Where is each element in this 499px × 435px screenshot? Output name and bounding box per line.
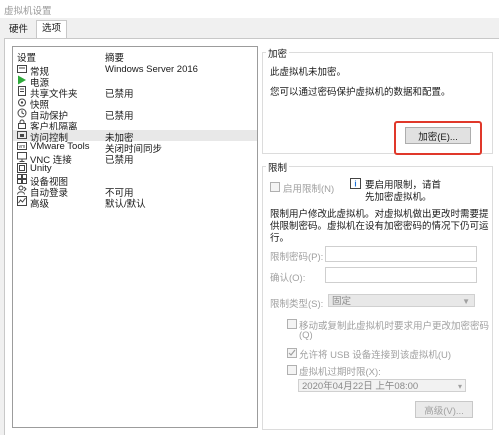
list-item-vnc[interactable]: VNC 连接 已禁用 [13,152,257,166]
expire-datetime-value: 2020年04月22日 上午08:00 [302,381,419,392]
tab-strip: 硬件 选项 [0,20,499,39]
list-item-unity[interactable]: Unity [13,163,257,174]
power-icon [18,75,26,85]
list-item-power[interactable]: 电源 [13,75,257,89]
autologin-icon [17,185,27,195]
unity-icon [17,163,27,173]
vm-settings-window: 虚拟机设置 硬件 选项 设置 摘要 常规 Windows Server 2016… [0,0,499,435]
expire-label: 虚拟机过期时限(X): [299,367,381,378]
svg-text:vm: vm [19,144,26,150]
usb-checkbox[interactable] [287,348,297,358]
advanced-icon [17,196,27,206]
advanced-button[interactable]: 高级(V)... [415,401,473,418]
settings-list[interactable]: 设置 摘要 常规 Windows Server 2016 电源 共享文件夹 已禁… [12,46,258,428]
checkmark-icon [288,349,296,356]
svg-text:i: i [354,180,356,189]
tab-options[interactable]: 选项 [36,20,68,39]
list-item-general[interactable]: 常规 Windows Server 2016 [13,64,257,78]
vnc-icon [17,152,27,162]
list-item-autologin[interactable]: 自动登录 不可用 [13,185,257,199]
spinner-icon: ▾ [457,382,462,391]
list-item-snapshot[interactable]: 快照 [13,97,257,111]
enable-restrictions-label: 启用限制(N) [283,184,335,195]
access-control-icon [17,131,27,139]
chevron-down-icon: ▼ [462,297,470,306]
tab-hardware[interactable]: 硬件 [4,22,33,38]
info-icon: i [350,178,361,189]
list-item-advanced[interactable]: 高级 默认/默认 [13,196,257,210]
encryption-group-label: 加密 [266,46,290,60]
header-setting: 设置 [17,53,37,64]
encryption-description: 您可以通过密码保护虚拟机的数据和配置。 [270,87,451,98]
move-copy-label-line1: 移动或复制此虚拟机时要求用户更改加密密码 [299,321,490,332]
restriction-type-select[interactable]: 固定 ▼ [328,294,475,307]
restrictions-info-line2: 先加密虚拟机。 [365,192,432,203]
list-item-autoprotect[interactable]: 自动保护 已禁用 [13,108,257,122]
restrictions-desc-line2: 供限制密码。虚拟机在设有加密密码的情况下仍可运 [270,221,489,232]
move-copy-label-line2: (Q) [299,330,313,341]
list-item-access-control[interactable]: 访问控制 未加密 [13,130,257,144]
header-summary: 摘要 [105,53,125,64]
encryption-status: 此虚拟机未加密。 [270,67,347,78]
enable-restrictions-checkbox[interactable] [270,182,280,192]
title-bar[interactable]: 虚拟机设置 [0,0,499,18]
autoprotect-icon [17,108,27,118]
restriction-password-field[interactable] [325,246,477,262]
list-item-isolation[interactable]: 客户机隔离 [13,119,257,133]
restrictions-group-label: 限制 [266,160,290,174]
window-title: 虚拟机设置 [4,6,52,17]
general-icon [17,65,27,73]
device-view-icon [17,174,27,184]
move-copy-checkbox[interactable] [287,319,297,329]
expire-checkbox[interactable] [287,365,297,375]
snapshot-icon [18,98,26,107]
restriction-type-value: 固定 [332,296,352,307]
restriction-password-label: 限制密码(P): [270,252,324,263]
confirm-password-label: 确认(O): [270,273,306,284]
vmware-tools-icon: vm [17,142,27,150]
encrypt-button[interactable]: 加密(E)... [405,127,471,144]
restriction-type-label: 限制类型(S): [270,299,324,310]
lock-icon [18,119,26,129]
restrictions-desc-line3: 行。 [270,233,290,244]
list-item-vmware-tools[interactable]: vm VMware Tools 关闭时间同步 [13,141,257,155]
usb-label: 允许将 USB 设备连接到该虚拟机(U) [299,350,452,361]
list-item-device-view[interactable]: 设备视图 [13,174,257,188]
confirm-password-field[interactable] [325,267,477,283]
list-item-shared-folders[interactable]: 共享文件夹 已禁用 [13,86,257,100]
shared-folders-icon [18,86,26,96]
settings-list-header: 设置 摘要 [13,50,257,64]
expire-datetime-picker[interactable]: 2020年04月22日 上午08:00 ▾ [298,379,466,392]
